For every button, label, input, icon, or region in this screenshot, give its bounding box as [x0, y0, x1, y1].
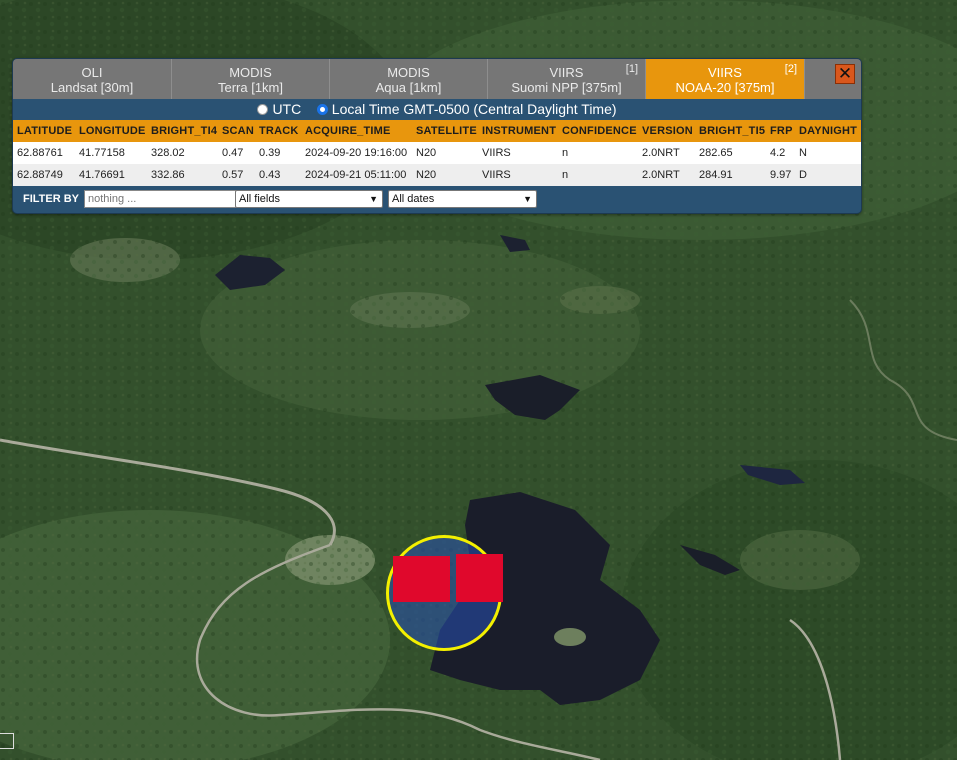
sensor-tabs: OLI Landsat [30m] MODIS Terra [1km] MODI…	[13, 59, 861, 99]
column-header[interactable]: FRP	[766, 120, 795, 142]
column-header[interactable]: DAYNIGHT	[795, 120, 861, 142]
table-cell: 0.43	[255, 164, 301, 186]
local-time-label: Local Time GMT-0500 (Central Daylight Ti…	[331, 101, 617, 117]
tab-viirs-suomi-npp[interactable]: [1] VIIRS Suomi NPP [375m]	[488, 59, 646, 99]
map-corner-control[interactable]	[0, 733, 14, 749]
tab-title: OLI	[81, 65, 103, 80]
utc-radio[interactable]	[257, 104, 269, 115]
table-header-row: LATITUDE LONGITUDE BRIGHT_TI4 SCAN TRACK…	[13, 120, 861, 142]
time-zone-selector: UTC Local Time GMT-0500 (Central Dayligh…	[13, 99, 861, 120]
tab-modis-aqua[interactable]: MODIS Aqua [1km]	[330, 59, 488, 99]
table-cell: VIIRS	[478, 142, 558, 164]
table-cell: 41.76691	[75, 164, 147, 186]
column-header[interactable]: BRIGHT_TI5	[695, 120, 766, 142]
table-cell: 2.0NRT	[638, 164, 695, 186]
tab-title: MODIS	[387, 65, 430, 80]
table-cell: n	[558, 164, 638, 186]
table-cell: 0.47	[218, 142, 255, 164]
fire-pixel-1[interactable]	[393, 556, 450, 602]
table-cell: 328.02	[147, 142, 218, 164]
column-header[interactable]: LONGITUDE	[75, 120, 147, 142]
table-row[interactable]: 62.88761 41.77158 328.02 0.47 0.39 2024-…	[13, 142, 861, 164]
table-row[interactable]: 62.88749 41.76691 332.86 0.57 0.43 2024-…	[13, 164, 861, 186]
table-cell: 2024-09-21 05:11:00	[301, 164, 412, 186]
column-header[interactable]: SCAN	[218, 120, 255, 142]
fire-info-popup: OLI Landsat [30m] MODIS Terra [1km] MODI…	[12, 58, 862, 214]
tab-oli-landsat[interactable]: OLI Landsat [30m]	[13, 59, 172, 99]
utc-label: UTC	[272, 101, 302, 117]
local-time-radio[interactable]	[316, 104, 328, 115]
column-header[interactable]: LATITUDE	[13, 120, 75, 142]
column-header[interactable]: CONFIDENCE	[558, 120, 638, 142]
tab-subtitle: Terra [1km]	[217, 80, 283, 95]
tab-subtitle: NOAA-20 [375m]	[675, 80, 775, 95]
column-header[interactable]: SATELLITE	[412, 120, 478, 142]
table-cell: n	[558, 142, 638, 164]
close-button[interactable]: ✕	[835, 64, 855, 84]
table-cell: 0.39	[255, 142, 301, 164]
table-cell: 9.97	[766, 164, 795, 186]
column-header[interactable]: ACQUIRE_TIME	[301, 120, 412, 142]
column-header[interactable]: BRIGHT_TI4	[147, 120, 218, 142]
fire-pixel-2[interactable]	[456, 554, 503, 602]
table-cell: D	[795, 164, 861, 186]
filter-bar: FILTER BY All fields ▼ All dates ▼	[13, 186, 861, 213]
column-header[interactable]: VERSION	[638, 120, 695, 142]
dates-select[interactable]: All dates ▼	[388, 190, 537, 208]
tab-modis-terra[interactable]: MODIS Terra [1km]	[172, 59, 330, 99]
tab-subtitle: Landsat [30m]	[50, 80, 134, 95]
table-cell: 282.65	[695, 142, 766, 164]
filter-label: FILTER BY	[23, 193, 80, 205]
table-cell: 332.86	[147, 164, 218, 186]
table-cell: VIIRS	[478, 164, 558, 186]
tab-count-badge: [2]	[784, 63, 797, 75]
column-header[interactable]: INSTRUMENT	[478, 120, 558, 142]
table-cell: 62.88749	[13, 164, 75, 186]
close-icon: ✕	[837, 64, 853, 83]
fields-select[interactable]: All fields ▼	[235, 190, 383, 208]
filter-input[interactable]	[84, 190, 238, 208]
table-cell: 62.88761	[13, 142, 75, 164]
table-cell: 2.0NRT	[638, 142, 695, 164]
tab-viirs-noaa20[interactable]: [2] VIIRS NOAA-20 [375m]	[646, 59, 805, 99]
tab-subtitle: Suomi NPP [375m]	[511, 80, 622, 95]
tab-title: VIIRS	[549, 65, 584, 80]
tab-count-badge: [1]	[625, 63, 638, 75]
tab-title: MODIS	[229, 65, 272, 80]
tab-title: VIIRS	[708, 65, 742, 80]
column-header[interactable]: TRACK	[255, 120, 301, 142]
table-cell: 4.2	[766, 142, 795, 164]
table-cell: 2024-09-20 19:16:00	[301, 142, 412, 164]
tab-subtitle: Aqua [1km]	[375, 80, 442, 95]
table-cell: N20	[412, 164, 478, 186]
table-cell: 41.77158	[75, 142, 147, 164]
fields-select-value: All fields	[239, 193, 280, 205]
chevron-down-icon: ▼	[369, 194, 378, 204]
chevron-down-icon: ▼	[523, 194, 532, 204]
table-cell: 284.91	[695, 164, 766, 186]
fire-detections-table: LATITUDE LONGITUDE BRIGHT_TI4 SCAN TRACK…	[13, 120, 861, 186]
table-cell: N	[795, 142, 861, 164]
table-cell: N20	[412, 142, 478, 164]
dates-select-value: All dates	[392, 193, 435, 205]
fire-location-marker[interactable]	[386, 535, 503, 651]
table-cell: 0.57	[218, 164, 255, 186]
